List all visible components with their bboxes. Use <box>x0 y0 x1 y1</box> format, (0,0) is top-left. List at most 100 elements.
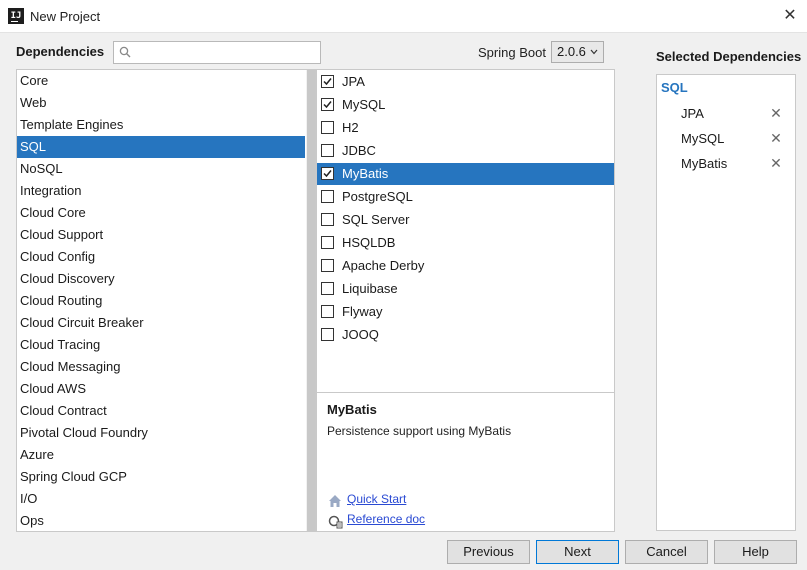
dependency-item[interactable]: Flyway <box>317 301 614 323</box>
selected-dependency-item: JPA ✕ <box>657 103 795 125</box>
dependency-item[interactable]: H2 <box>317 117 614 139</box>
previous-button[interactable]: Previous <box>447 540 530 564</box>
category-item[interactable]: SQL <box>17 136 305 158</box>
category-item[interactable]: Spring Cloud GCP <box>17 466 305 488</box>
selected-dependencies-panel: SQL JPA ✕ MySQL ✕ MyBatis ✕ <box>656 74 796 531</box>
dependencies-heading: Dependencies <box>16 44 105 59</box>
remove-dependency-icon[interactable]: ✕ <box>769 131 783 145</box>
dependency-label: Flyway <box>342 304 383 319</box>
category-item[interactable]: Integration <box>17 180 305 202</box>
search-field[interactable] <box>113 41 321 64</box>
dependency-item[interactable]: PostgreSQL <box>317 186 614 208</box>
dependency-label: Apache Derby <box>342 258 425 273</box>
dependency-item[interactable]: MySQL <box>317 94 614 116</box>
category-item[interactable]: Core <box>17 70 305 92</box>
category-item[interactable]: I/O <box>17 488 305 510</box>
reference-doc-link[interactable]: Reference doc <box>347 512 425 526</box>
category-item[interactable]: Cloud Support <box>17 224 305 246</box>
category-list: Core Web Template Engines SQL NoSQL Integrati… <box>16 69 316 532</box>
quick-start-link[interactable]: Quick Start <box>347 492 406 506</box>
home-icon <box>329 495 341 507</box>
dependency-label: HSQLDB <box>342 235 396 250</box>
dependency-item[interactable]: JOOQ <box>317 324 614 346</box>
dependency-label: JPA <box>342 74 365 89</box>
checkmark-icon <box>323 170 332 178</box>
spring-boot-version-select[interactable]: 2.0.6 <box>551 41 604 63</box>
dependency-label: MyBatis <box>342 166 389 181</box>
dependency-checkbox[interactable] <box>321 213 334 226</box>
close-window-button[interactable]: ✕ <box>779 5 801 27</box>
dependency-item[interactable]: JPA <box>317 71 614 93</box>
dependency-label: JDBC <box>342 143 376 158</box>
selected-dependency-label: JPA <box>681 106 704 121</box>
category-item[interactable]: Cloud Core <box>17 202 305 224</box>
dependency-label: MySQL <box>342 97 386 112</box>
description-text: Persistence support using MyBatis <box>327 424 512 438</box>
chevron-down-icon <box>590 49 598 55</box>
window-title: New Project <box>30 9 101 24</box>
category-item[interactable]: Cloud AWS <box>17 378 305 400</box>
dependency-item[interactable]: Liquibase <box>317 278 614 300</box>
category-item[interactable]: Ops <box>17 510 305 531</box>
selected-dependency-label: MyBatis <box>681 156 728 171</box>
remove-dependency-icon[interactable]: ✕ <box>769 156 783 170</box>
dependency-label: Liquibase <box>342 281 398 296</box>
spring-boot-version-value: 2.0.6 <box>557 44 586 59</box>
category-item[interactable]: Cloud Circuit Breaker <box>17 312 305 334</box>
remove-dependency-icon[interactable]: ✕ <box>769 106 783 120</box>
next-button[interactable]: Next <box>536 540 619 564</box>
dependency-label: H2 <box>342 120 359 135</box>
dependency-description: MyBatis Persistence support using MyBati… <box>317 392 614 531</box>
selected-dependency-item: MySQL ✕ <box>657 128 795 150</box>
dependency-checkbox[interactable] <box>321 305 334 318</box>
category-item[interactable]: Template Engines <box>17 114 305 136</box>
dependency-label: JOOQ <box>342 327 379 342</box>
dependency-label: SQL Server <box>342 212 410 227</box>
checkmark-icon <box>323 78 332 86</box>
category-item[interactable]: Web <box>17 92 305 114</box>
dependency-list: JPA MySQL H2 JDBC MyBatis PostgreSQL SQL Serve… <box>317 70 614 393</box>
selected-dependency-label: MySQL <box>681 131 725 146</box>
category-item[interactable]: Cloud Messaging <box>17 356 305 378</box>
category-item[interactable]: Cloud Discovery <box>17 268 305 290</box>
dependency-panel: JPA MySQL H2 JDBC MyBatis PostgreSQL SQL Serve… <box>316 69 615 532</box>
description-title: MyBatis <box>327 402 377 417</box>
dependency-checkbox[interactable] <box>321 144 334 157</box>
category-item[interactable]: NoSQL <box>17 158 305 180</box>
search-input[interactable] <box>136 44 316 61</box>
category-item[interactable]: Cloud Tracing <box>17 334 305 356</box>
search-icon <box>119 46 131 58</box>
selected-dependencies-heading: Selected Dependencies <box>656 49 802 64</box>
category-item[interactable]: Azure <box>17 444 305 466</box>
dependency-checkbox[interactable] <box>321 121 334 134</box>
dependency-item[interactable]: HSQLDB <box>317 232 614 254</box>
category-scrollbar[interactable] <box>306 70 315 531</box>
category-scrollbar-thumb[interactable] <box>307 70 315 531</box>
cancel-button[interactable]: Cancel <box>625 540 708 564</box>
intellij-logo-icon: IJ <box>8 8 24 24</box>
dependency-checkbox[interactable] <box>321 259 334 272</box>
help-button[interactable]: Help <box>714 540 797 564</box>
dependency-label: PostgreSQL <box>342 189 413 204</box>
reference-doc-icon <box>328 515 343 529</box>
selected-dependency-item: MyBatis ✕ <box>657 153 795 175</box>
dependency-checkbox[interactable] <box>321 236 334 249</box>
selected-group-label: SQL <box>661 80 688 95</box>
dependency-checkbox[interactable] <box>321 282 334 295</box>
dependency-checkbox[interactable] <box>321 328 334 341</box>
category-item[interactable]: Cloud Routing <box>17 290 305 312</box>
category-item[interactable]: Pivotal Cloud Foundry <box>17 422 305 444</box>
category-item[interactable]: Cloud Contract <box>17 400 305 422</box>
checkmark-icon <box>323 101 332 109</box>
dependency-checkbox[interactable] <box>321 98 334 111</box>
spring-boot-label: Spring Boot <box>478 45 546 60</box>
dependency-checkbox[interactable] <box>321 75 334 88</box>
dependency-checkbox[interactable] <box>321 190 334 203</box>
dependency-item[interactable]: Apache Derby <box>317 255 614 277</box>
dependency-item[interactable]: JDBC <box>317 140 614 162</box>
dependency-item[interactable]: MyBatis <box>317 163 614 185</box>
category-item[interactable]: Cloud Config <box>17 246 305 268</box>
dependency-item[interactable]: SQL Server <box>317 209 614 231</box>
dependency-checkbox[interactable] <box>321 167 334 180</box>
title-bar: IJ New Project ✕ <box>0 0 807 33</box>
